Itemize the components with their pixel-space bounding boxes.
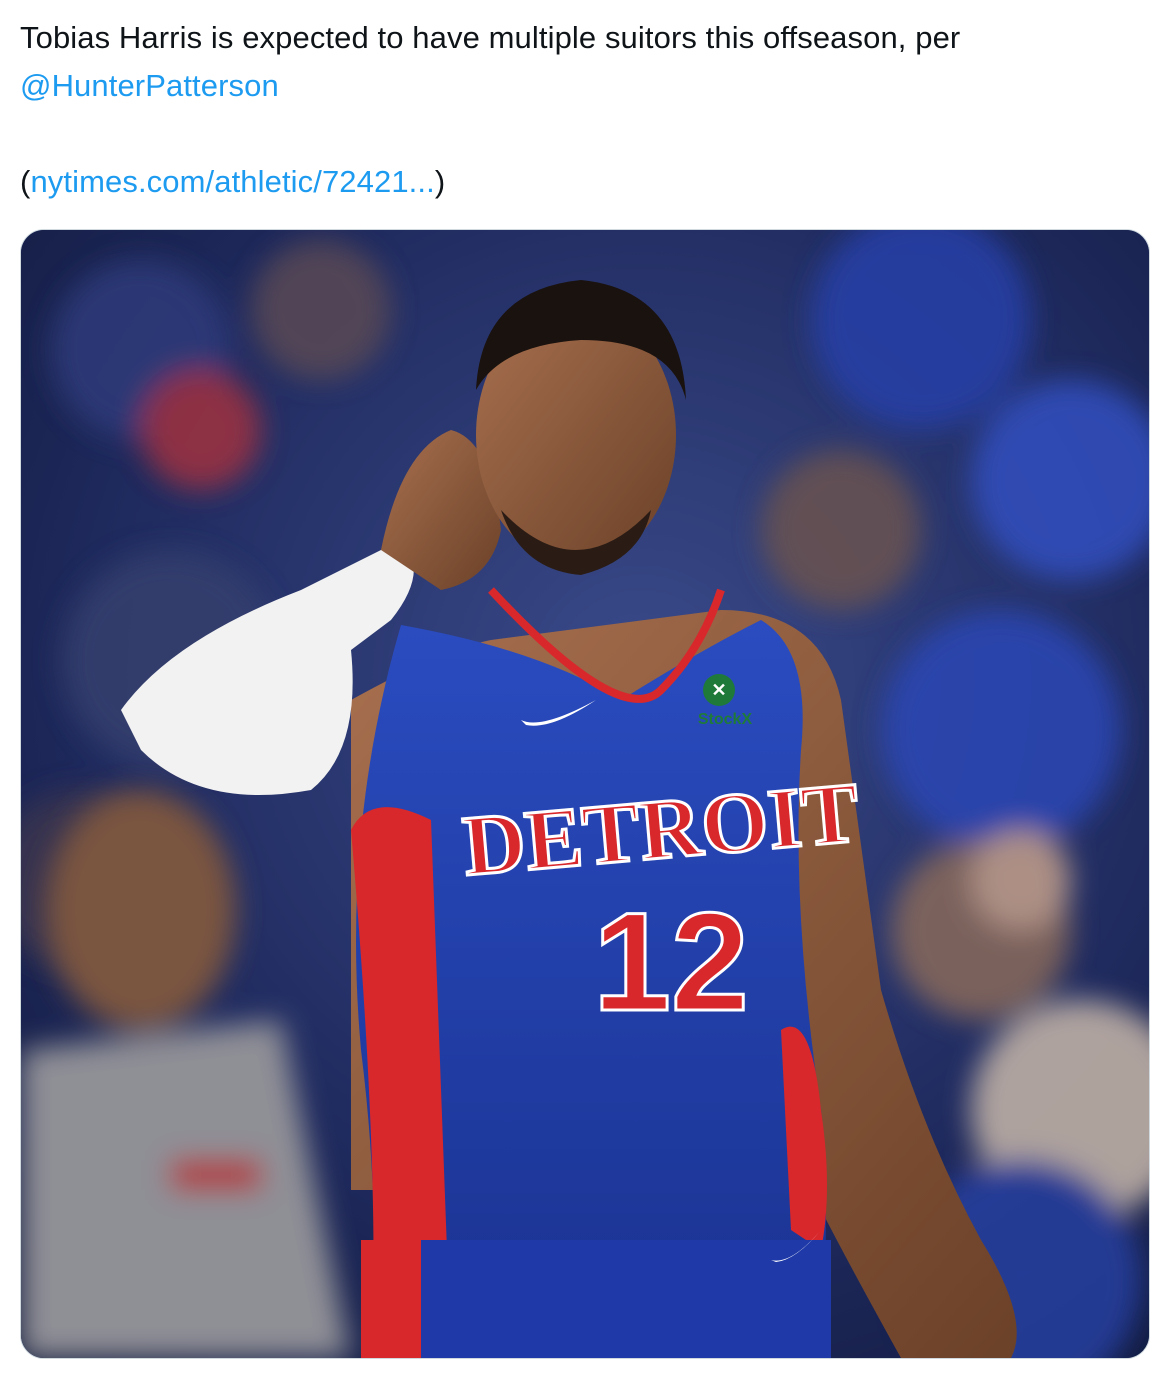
shorts (361, 1240, 831, 1358)
tweet-text-line: Tobias Harris is expected to have multip… (20, 20, 961, 55)
link-line: (nytimes.com/athletic/72421...) (20, 158, 1150, 206)
svg-text:StockX: StockX (698, 711, 753, 728)
article-link[interactable]: nytimes.com/athletic/72421... (30, 164, 434, 199)
tweet-text: Tobias Harris is expected to have multip… (20, 14, 1150, 206)
paren-close: ) (434, 164, 446, 199)
tweet-photo[interactable]: ✕ StockX DETROIT 12 (20, 229, 1150, 1359)
svg-text:✕: ✕ (711, 680, 726, 700)
paren-open: ( (20, 164, 31, 199)
jersey-number: 12 (593, 883, 749, 1040)
mention-link[interactable]: @HunterPatterson (20, 68, 279, 103)
player-photo: ✕ StockX DETROIT 12 (21, 230, 1149, 1358)
